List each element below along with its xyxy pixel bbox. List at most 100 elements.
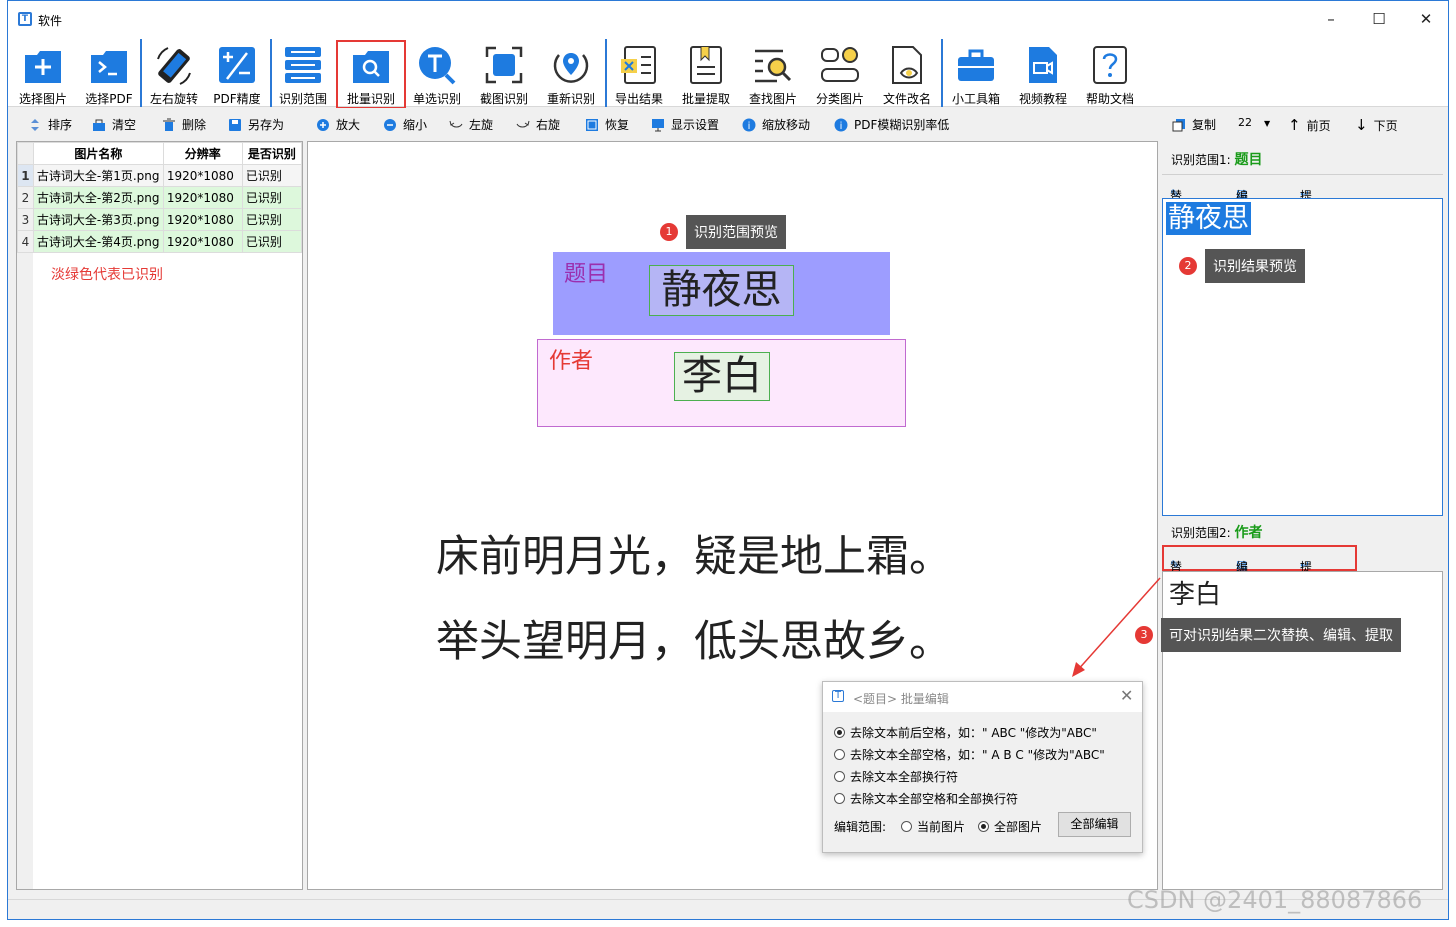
recognition-range-button[interactable]: 识别范围 — [270, 37, 336, 107]
table-row[interactable]: 1 古诗词大全-第1页.png 1920*1080 已识别 — [17, 164, 303, 187]
rotate-button[interactable]: 左右旋转 — [141, 37, 207, 107]
option-trim[interactable]: 去除文本前后空格，如：" ABC "修改为"ABC" — [834, 724, 1097, 741]
screenshot-recognize-button[interactable]: 截图识别 — [471, 37, 537, 107]
resolution-cell[interactable]: 1920*1080 — [162, 164, 243, 187]
restore-button[interactable]: 恢复 — [585, 116, 629, 133]
recognition-region-title[interactable]: 题目 静夜思 — [553, 252, 890, 335]
status-cell[interactable]: 已识别 — [241, 208, 303, 231]
rotate-left-button[interactable]: 左旋 — [449, 116, 493, 133]
close-button[interactable]: ✕ — [1408, 7, 1444, 31]
sort-button[interactable]: 排序 — [28, 116, 72, 133]
region2-header: 识别范围2: 作者 — [1171, 522, 1263, 542]
delete-button[interactable]: 删除 — [162, 116, 206, 133]
row-number: 4 — [17, 230, 34, 253]
clear-button[interactable]: 清空 — [92, 116, 136, 133]
export-results-button[interactable]: 导出结果 — [606, 37, 672, 107]
select-pdf-button[interactable]: 选择PDF — [76, 37, 142, 107]
step-badge: 1 — [660, 223, 678, 241]
status-cell[interactable]: 已识别 — [241, 164, 303, 187]
zoom-move-info[interactable]: i 缩放移动 — [742, 116, 810, 133]
result-panel: 识别范围1: 题目 ✎替换 ▤编辑 ↵提取 静夜思 2 识别结果预览 识别范围2… — [1135, 141, 1443, 890]
pdf-low-info[interactable]: i PDF模糊识别率低 — [834, 116, 949, 133]
rotate-left-icon — [449, 120, 463, 128]
close-icon[interactable]: ✕ — [1120, 686, 1133, 705]
status-cell[interactable]: 已识别 — [241, 230, 303, 253]
image-name-cell[interactable]: 古诗词大全-第3页.png — [32, 208, 164, 231]
column-header[interactable]: 图片名称 — [32, 142, 164, 165]
tooltip-secondary-edit: 3 可对识别结果二次替换、编辑、提取 — [1135, 618, 1401, 652]
scope-all[interactable]: 全部图片 — [978, 818, 1042, 835]
copy-button[interactable]: 复制 — [1172, 116, 1216, 133]
zoom-out-button[interactable]: 缩小 — [383, 116, 427, 133]
option-remove-spaces[interactable]: 去除文本全部空格，如：" A B C "修改为"ABC" — [834, 746, 1105, 763]
image-name-cell[interactable]: 古诗词大全-第1页.png — [32, 164, 164, 187]
save-as-button[interactable]: 另存为 — [228, 116, 284, 133]
maximize-button[interactable]: ☐ — [1361, 7, 1397, 31]
svg-text:i: i — [840, 121, 843, 132]
region1-actions: ✎替换 ▤编辑 ↵提取 — [1162, 174, 1443, 220]
resolution-cell[interactable]: 1920*1080 — [162, 208, 243, 231]
radio[interactable] — [834, 749, 845, 760]
radio[interactable] — [834, 793, 845, 804]
option-remove-all[interactable]: 去除文本全部空格和全部换行符 — [834, 790, 1018, 807]
info-icon: i — [742, 118, 756, 132]
zoom-in-button[interactable]: 放大 — [316, 116, 360, 133]
scope-current[interactable]: 当前图片 — [901, 818, 965, 835]
help-doc-button[interactable]: 帮助文档 — [1077, 37, 1143, 107]
pdf-folder-icon — [91, 51, 127, 83]
window-title: 软件 — [38, 14, 63, 28]
option-remove-newlines[interactable]: 去除文本全部换行符 — [834, 768, 958, 785]
radio-checked[interactable] — [978, 821, 989, 832]
selected-result-text: 静夜思 — [1166, 202, 1251, 235]
minimize-button[interactable]: – — [1313, 7, 1349, 31]
pdf-precision-button[interactable]: PDF精度 — [204, 37, 270, 107]
image-name-cell[interactable]: 古诗词大全-第2页.png — [32, 186, 164, 209]
region-name: 题目 — [1234, 152, 1263, 168]
batch-extract-button[interactable]: 批量提取 — [673, 37, 739, 107]
info-icon: i — [834, 118, 848, 132]
radio[interactable] — [901, 821, 912, 832]
batch-recognize-highlight — [336, 40, 406, 109]
column-header[interactable]: 是否识别 — [241, 142, 303, 165]
table-row[interactable]: 4 古诗词大全-第4页.png 1920*1080 已识别 — [17, 230, 303, 253]
poem-line: 举头望明月，低头思故乡。 — [436, 617, 952, 667]
status-cell[interactable]: 已识别 — [241, 186, 303, 209]
font-size-select[interactable]: 22 ▼ — [1238, 116, 1270, 129]
table-header-row: 图片名称 分辨率 是否识别 — [17, 142, 303, 165]
help-icon — [1093, 46, 1127, 84]
resolution-cell[interactable]: 1920*1080 — [162, 230, 243, 253]
find-image-button[interactable]: 查找图片 — [740, 37, 806, 107]
region-name: 作者 — [1234, 525, 1263, 541]
result-text: 李白 — [1169, 580, 1222, 610]
radio-checked[interactable] — [834, 727, 845, 738]
arrow-down-icon: ↓ — [1355, 116, 1368, 134]
display-settings-button[interactable]: 显示设置 — [651, 116, 719, 133]
file-eye-icon — [892, 46, 922, 84]
text-search-icon — [419, 47, 456, 85]
table-row[interactable]: 2 古诗词大全-第2页.png 1920*1080 已识别 — [17, 186, 303, 209]
image-name-cell[interactable]: 古诗词大全-第4页.png — [32, 230, 164, 253]
select-image-button[interactable]: 选择图片 — [10, 37, 76, 107]
result1-textarea[interactable]: 静夜思 — [1162, 198, 1443, 516]
prev-page-button[interactable]: ↑ 前页 — [1288, 116, 1331, 134]
video-tutorial-button[interactable]: 视频教程 — [1010, 37, 1076, 107]
annotation-arrow — [1072, 577, 1161, 677]
next-page-button[interactable]: ↓ 下页 — [1355, 116, 1398, 134]
app-window: T 软件 – ☐ ✕ 选择图片 选择PDF 左右旋转 PDF精度 识别范围 批量… — [7, 0, 1449, 920]
resolution-cell[interactable]: 1920*1080 — [162, 186, 243, 209]
column-header[interactable]: 分辨率 — [162, 142, 243, 165]
toolbox-button[interactable]: 小工具箱 — [943, 37, 1009, 107]
radio[interactable] — [834, 771, 845, 782]
table-row[interactable]: 3 古诗词大全-第3页.png 1920*1080 已识别 — [17, 208, 303, 231]
rotate-right-button[interactable]: 右旋 — [516, 116, 560, 133]
trash-icon — [163, 118, 175, 131]
zoom-in-icon — [317, 119, 329, 131]
single-recognize-button[interactable]: 单选识别 — [404, 37, 470, 107]
scope-label: 编辑范围: — [834, 820, 887, 834]
recognition-region-author[interactable]: 作者 李白 — [537, 339, 906, 427]
rename-file-button[interactable]: 文件改名 — [874, 37, 940, 107]
re-recognize-button[interactable]: 重新识别 — [538, 37, 604, 107]
classify-image-button[interactable]: 分类图片 — [807, 37, 873, 107]
step-badge: 2 — [1179, 257, 1197, 275]
edit-all-button[interactable]: 全部编辑 — [1058, 812, 1131, 837]
